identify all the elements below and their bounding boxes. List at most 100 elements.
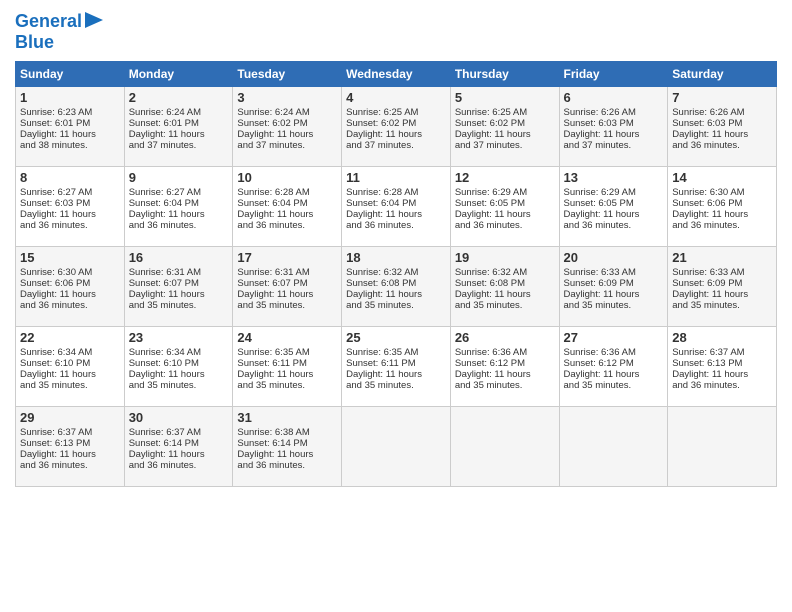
day-detail: Daylight: 11 hours bbox=[237, 209, 337, 220]
day-detail: Daylight: 11 hours bbox=[672, 369, 772, 380]
day-detail: Daylight: 11 hours bbox=[20, 209, 120, 220]
calendar-cell: 9Sunrise: 6:27 AMSunset: 6:04 PMDaylight… bbox=[124, 167, 233, 247]
day-detail: Daylight: 11 hours bbox=[237, 289, 337, 300]
day-detail: Sunset: 6:09 PM bbox=[564, 278, 664, 289]
day-detail: Daylight: 11 hours bbox=[455, 209, 555, 220]
calendar-cell: 28Sunrise: 6:37 AMSunset: 6:13 PMDayligh… bbox=[668, 327, 777, 407]
day-detail: Sunset: 6:13 PM bbox=[20, 438, 120, 449]
day-number: 18 bbox=[346, 250, 446, 265]
day-detail: Daylight: 11 hours bbox=[129, 449, 229, 460]
day-detail: Daylight: 11 hours bbox=[237, 129, 337, 140]
day-detail: Daylight: 11 hours bbox=[346, 289, 446, 300]
calendar-cell bbox=[342, 407, 451, 487]
day-detail: Sunrise: 6:35 AM bbox=[237, 347, 337, 358]
day-detail: Sunrise: 6:35 AM bbox=[346, 347, 446, 358]
day-detail: Sunset: 6:03 PM bbox=[20, 198, 120, 209]
day-number: 26 bbox=[455, 330, 555, 345]
day-detail: and 35 minutes. bbox=[20, 380, 120, 391]
day-number: 10 bbox=[237, 170, 337, 185]
day-detail: and 35 minutes. bbox=[129, 300, 229, 311]
calendar-cell: 24Sunrise: 6:35 AMSunset: 6:11 PMDayligh… bbox=[233, 327, 342, 407]
day-detail: Sunset: 6:10 PM bbox=[129, 358, 229, 369]
day-detail: Daylight: 11 hours bbox=[455, 129, 555, 140]
calendar-cell bbox=[450, 407, 559, 487]
day-detail: and 37 minutes. bbox=[346, 140, 446, 151]
calendar-cell: 22Sunrise: 6:34 AMSunset: 6:10 PMDayligh… bbox=[16, 327, 125, 407]
day-detail: Sunset: 6:03 PM bbox=[564, 118, 664, 129]
calendar-cell: 16Sunrise: 6:31 AMSunset: 6:07 PMDayligh… bbox=[124, 247, 233, 327]
day-detail: and 36 minutes. bbox=[237, 220, 337, 231]
weekday-header: Tuesday bbox=[233, 62, 342, 87]
day-detail: Sunset: 6:12 PM bbox=[455, 358, 555, 369]
day-detail: and 35 minutes. bbox=[346, 380, 446, 391]
day-number: 7 bbox=[672, 90, 772, 105]
day-number: 9 bbox=[129, 170, 229, 185]
day-detail: Sunset: 6:11 PM bbox=[237, 358, 337, 369]
calendar-cell: 18Sunrise: 6:32 AMSunset: 6:08 PMDayligh… bbox=[342, 247, 451, 327]
day-detail: Sunrise: 6:25 AM bbox=[455, 107, 555, 118]
calendar-body: 1Sunrise: 6:23 AMSunset: 6:01 PMDaylight… bbox=[16, 87, 777, 487]
day-detail: Sunrise: 6:34 AM bbox=[129, 347, 229, 358]
day-number: 17 bbox=[237, 250, 337, 265]
day-number: 20 bbox=[564, 250, 664, 265]
day-detail: Sunrise: 6:38 AM bbox=[237, 427, 337, 438]
day-detail: Sunrise: 6:23 AM bbox=[20, 107, 120, 118]
day-detail: Sunrise: 6:31 AM bbox=[237, 267, 337, 278]
calendar-cell: 10Sunrise: 6:28 AMSunset: 6:04 PMDayligh… bbox=[233, 167, 342, 247]
day-detail: Sunrise: 6:24 AM bbox=[237, 107, 337, 118]
day-detail: and 36 minutes. bbox=[20, 460, 120, 471]
day-detail: Daylight: 11 hours bbox=[455, 369, 555, 380]
day-detail: and 36 minutes. bbox=[20, 220, 120, 231]
day-detail: Sunset: 6:02 PM bbox=[346, 118, 446, 129]
day-detail: Daylight: 11 hours bbox=[564, 369, 664, 380]
calendar-cell: 21Sunrise: 6:33 AMSunset: 6:09 PMDayligh… bbox=[668, 247, 777, 327]
calendar-cell: 7Sunrise: 6:26 AMSunset: 6:03 PMDaylight… bbox=[668, 87, 777, 167]
calendar-header: SundayMondayTuesdayWednesdayThursdayFrid… bbox=[16, 62, 777, 87]
calendar-cell: 11Sunrise: 6:28 AMSunset: 6:04 PMDayligh… bbox=[342, 167, 451, 247]
day-number: 14 bbox=[672, 170, 772, 185]
calendar-cell: 2Sunrise: 6:24 AMSunset: 6:01 PMDaylight… bbox=[124, 87, 233, 167]
day-detail: Daylight: 11 hours bbox=[20, 129, 120, 140]
day-number: 25 bbox=[346, 330, 446, 345]
day-detail: Daylight: 11 hours bbox=[129, 209, 229, 220]
calendar-cell: 31Sunrise: 6:38 AMSunset: 6:14 PMDayligh… bbox=[233, 407, 342, 487]
day-detail: Daylight: 11 hours bbox=[129, 129, 229, 140]
day-detail: Sunset: 6:07 PM bbox=[129, 278, 229, 289]
day-detail: and 36 minutes. bbox=[129, 220, 229, 231]
day-detail: Sunrise: 6:28 AM bbox=[346, 187, 446, 198]
day-detail: and 35 minutes. bbox=[237, 300, 337, 311]
logo-text: General bbox=[15, 12, 82, 32]
calendar-cell: 29Sunrise: 6:37 AMSunset: 6:13 PMDayligh… bbox=[16, 407, 125, 487]
day-detail: Daylight: 11 hours bbox=[129, 369, 229, 380]
day-number: 22 bbox=[20, 330, 120, 345]
calendar-cell: 19Sunrise: 6:32 AMSunset: 6:08 PMDayligh… bbox=[450, 247, 559, 327]
weekday-header: Wednesday bbox=[342, 62, 451, 87]
day-detail: and 36 minutes. bbox=[672, 140, 772, 151]
calendar-cell: 5Sunrise: 6:25 AMSunset: 6:02 PMDaylight… bbox=[450, 87, 559, 167]
calendar-cell bbox=[668, 407, 777, 487]
day-detail: and 36 minutes. bbox=[346, 220, 446, 231]
calendar-cell: 4Sunrise: 6:25 AMSunset: 6:02 PMDaylight… bbox=[342, 87, 451, 167]
calendar-cell: 20Sunrise: 6:33 AMSunset: 6:09 PMDayligh… bbox=[559, 247, 668, 327]
day-number: 11 bbox=[346, 170, 446, 185]
logo-arrow-icon bbox=[85, 12, 103, 28]
day-detail: Sunrise: 6:36 AM bbox=[564, 347, 664, 358]
day-number: 3 bbox=[237, 90, 337, 105]
day-detail: Sunset: 6:06 PM bbox=[672, 198, 772, 209]
day-detail: Sunset: 6:12 PM bbox=[564, 358, 664, 369]
day-detail: Sunset: 6:04 PM bbox=[129, 198, 229, 209]
weekday-header: Saturday bbox=[668, 62, 777, 87]
day-detail: Sunrise: 6:33 AM bbox=[564, 267, 664, 278]
day-detail: Daylight: 11 hours bbox=[20, 289, 120, 300]
calendar-cell: 13Sunrise: 6:29 AMSunset: 6:05 PMDayligh… bbox=[559, 167, 668, 247]
day-detail: Sunset: 6:11 PM bbox=[346, 358, 446, 369]
day-number: 29 bbox=[20, 410, 120, 425]
day-number: 8 bbox=[20, 170, 120, 185]
day-number: 15 bbox=[20, 250, 120, 265]
calendar-cell: 17Sunrise: 6:31 AMSunset: 6:07 PMDayligh… bbox=[233, 247, 342, 327]
day-detail: Sunset: 6:14 PM bbox=[237, 438, 337, 449]
calendar-cell: 27Sunrise: 6:36 AMSunset: 6:12 PMDayligh… bbox=[559, 327, 668, 407]
day-detail: Daylight: 11 hours bbox=[346, 129, 446, 140]
calendar-cell: 1Sunrise: 6:23 AMSunset: 6:01 PMDaylight… bbox=[16, 87, 125, 167]
day-detail: Sunrise: 6:29 AM bbox=[564, 187, 664, 198]
